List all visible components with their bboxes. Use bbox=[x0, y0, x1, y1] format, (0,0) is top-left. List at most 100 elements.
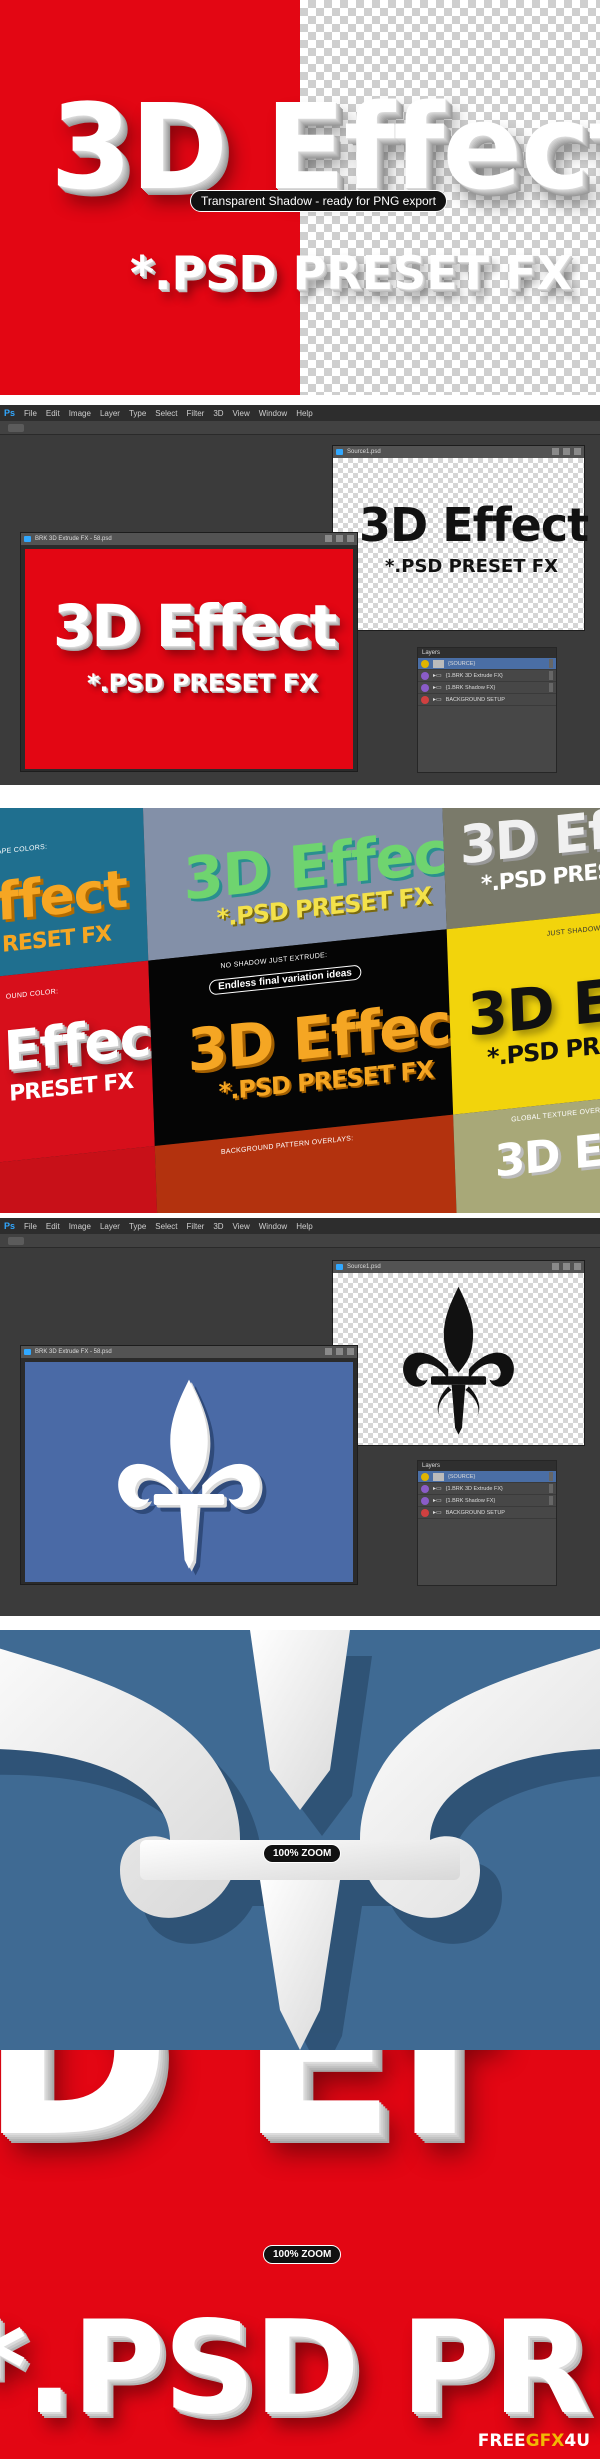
ps-options-bar bbox=[0, 1234, 600, 1248]
move-tool-icon[interactable] bbox=[8, 424, 24, 432]
layer-row[interactable]: {SOURCE} bbox=[418, 658, 556, 670]
menu-help[interactable]: Help bbox=[296, 1222, 312, 1231]
menu-select[interactable]: Select bbox=[155, 409, 177, 418]
folder-icon[interactable]: ▸▭ bbox=[433, 1497, 442, 1504]
photoshop-screen-fleur: Ps File Edit Image Layer Type Select Fil… bbox=[0, 1218, 600, 1616]
source-canvas[interactable]: 3D Effect *.PSD PRESET FX bbox=[333, 458, 589, 630]
label-ground-color: OUND COLOR: bbox=[5, 988, 59, 1001]
document-window-titlebar[interactable]: BRK 3D Extrude FX - 58.psd bbox=[21, 533, 357, 545]
menu-edit[interactable]: Edit bbox=[46, 409, 60, 418]
folder-icon[interactable]: ▸▭ bbox=[433, 1485, 442, 1492]
menu-3d[interactable]: 3D bbox=[213, 1222, 223, 1231]
layer-row[interactable]: ▸▭ {1.BRK 3D Extrude FX} bbox=[418, 670, 556, 682]
menu-type[interactable]: Type bbox=[129, 409, 146, 418]
layer-row[interactable]: ▸▭ BACKGROUND SETUP bbox=[418, 1507, 556, 1519]
menu-edit[interactable]: Edit bbox=[46, 1222, 60, 1231]
layer-row[interactable]: ▸▭ {1.BRK Shadow FX} bbox=[418, 1495, 556, 1507]
label-no-shadow: NO SHADOW JUST EXTRUDE: bbox=[220, 951, 328, 971]
close-icon[interactable] bbox=[574, 448, 581, 455]
document-canvas[interactable] bbox=[25, 1362, 353, 1582]
document-window[interactable]: BRK 3D Extrude FX - 58.psd bbox=[20, 1345, 358, 1585]
menu-image[interactable]: Image bbox=[69, 1222, 91, 1231]
layer-name: {SOURCE} bbox=[448, 660, 476, 667]
source-title: 3D Effect bbox=[359, 498, 589, 552]
minimize-icon[interactable] bbox=[552, 1263, 559, 1270]
maximize-icon[interactable] bbox=[563, 448, 570, 455]
menu-view[interactable]: View bbox=[233, 409, 250, 418]
folder-icon[interactable]: ▸▭ bbox=[433, 1509, 442, 1516]
layer-name: {1.BRK 3D Extrude FX} bbox=[445, 672, 503, 679]
document-icon bbox=[336, 449, 343, 455]
layer-row[interactable]: ▸▭ {1.BRK 3D Extrude FX} bbox=[418, 1483, 556, 1495]
close-icon[interactable] bbox=[347, 535, 354, 542]
fleur-closeup-icon bbox=[0, 1630, 600, 2050]
source-window[interactable]: Source1.psd bbox=[332, 1260, 585, 1446]
visibility-eye-icon[interactable] bbox=[421, 659, 429, 668]
minimize-icon[interactable] bbox=[552, 448, 559, 455]
layers-panel[interactable]: Layers {SOURCE} ▸▭ {1.BRK 3D Extrude FX}… bbox=[417, 647, 557, 773]
menu-3d[interactable]: 3D bbox=[213, 409, 223, 418]
hero-subtitle: *.PSD PRESET FX bbox=[130, 246, 572, 300]
source-window[interactable]: Source1.psd 3D Effect *.PSD PRESET FX bbox=[332, 445, 589, 631]
visibility-eye-icon[interactable] bbox=[421, 1484, 429, 1493]
label-just-shadow: JUST SHADOW NO EX bbox=[546, 923, 600, 938]
menu-file[interactable]: File bbox=[24, 1222, 37, 1231]
menu-layer[interactable]: Layer bbox=[100, 1222, 120, 1231]
menu-filter[interactable]: Filter bbox=[187, 409, 205, 418]
menu-help[interactable]: Help bbox=[296, 409, 312, 418]
document-icon bbox=[336, 1264, 343, 1270]
document-subtitle: *.PSD PRESET FX bbox=[87, 669, 318, 697]
minimize-icon[interactable] bbox=[325, 1348, 332, 1355]
document-icon bbox=[24, 536, 31, 542]
zoom-badge: 100% ZOOM bbox=[263, 1844, 342, 1863]
brand-watermark: FREEGFX4U bbox=[478, 2431, 590, 2451]
visibility-eye-icon[interactable] bbox=[421, 1496, 429, 1505]
menu-layer[interactable]: Layer bbox=[100, 409, 120, 418]
document-title: 3D Effect bbox=[53, 592, 337, 660]
layers-panel[interactable]: Layers {SOURCE} ▸▭ {1.BRK 3D Extrude FX}… bbox=[417, 1460, 557, 1586]
document-window[interactable]: BRK 3D Extrude FX - 58.psd 3D Effect *.P… bbox=[20, 532, 358, 772]
maximize-icon[interactable] bbox=[336, 1348, 343, 1355]
folder-icon[interactable]: ▸▭ bbox=[433, 696, 442, 703]
layer-name: {SOURCE} bbox=[448, 1473, 476, 1480]
document-canvas[interactable]: 3D Effect *.PSD PRESET FX bbox=[25, 549, 353, 769]
variation-tile-texture: 3D Eff *.PSD PRES bbox=[440, 808, 600, 930]
menu-select[interactable]: Select bbox=[155, 1222, 177, 1231]
close-icon[interactable] bbox=[574, 1263, 581, 1270]
folder-icon[interactable]: ▸▭ bbox=[433, 684, 442, 691]
menu-window[interactable]: Window bbox=[259, 1222, 287, 1231]
maximize-icon[interactable] bbox=[563, 1263, 570, 1270]
variation-tile-teal: APE COLORS: ffect RESET FX bbox=[0, 808, 149, 986]
variation-tile-black: NO SHADOW JUST EXTRUDE: Endless final va… bbox=[148, 929, 454, 1146]
move-tool-icon[interactable] bbox=[8, 1237, 24, 1245]
brand-part: FREE bbox=[477, 2431, 526, 2451]
layer-name: {1.BRK Shadow FX} bbox=[445, 684, 496, 691]
menu-view[interactable]: View bbox=[233, 1222, 250, 1231]
source-window-titlebar[interactable]: Source1.psd bbox=[333, 446, 584, 458]
visibility-eye-icon[interactable] bbox=[421, 1472, 429, 1481]
source-subtitle: *.PSD PRESET FX bbox=[385, 556, 558, 577]
document-icon bbox=[24, 1349, 31, 1355]
document-window-titlebar[interactable]: BRK 3D Extrude FX - 58.psd bbox=[21, 1346, 357, 1358]
close-icon[interactable] bbox=[347, 1348, 354, 1355]
menu-type[interactable]: Type bbox=[129, 1222, 146, 1231]
layer-row[interactable]: ▸▭ BACKGROUND SETUP bbox=[418, 694, 556, 706]
visibility-eye-icon[interactable] bbox=[421, 683, 429, 692]
variation-grid: APE COLORS: ffect RESET FX 3D Effect *.P… bbox=[0, 808, 600, 1213]
maximize-icon[interactable] bbox=[336, 535, 343, 542]
visibility-eye-icon[interactable] bbox=[421, 671, 429, 680]
layer-name: {1.BRK Shadow FX} bbox=[445, 1497, 496, 1504]
menu-filter[interactable]: Filter bbox=[187, 1222, 205, 1231]
menu-window[interactable]: Window bbox=[259, 409, 287, 418]
fx-icon bbox=[549, 1472, 553, 1481]
visibility-eye-icon[interactable] bbox=[421, 1508, 429, 1517]
source-window-titlebar[interactable]: Source1.psd bbox=[333, 1261, 584, 1273]
source-canvas[interactable] bbox=[333, 1273, 584, 1445]
visibility-eye-icon[interactable] bbox=[421, 695, 429, 704]
menu-file[interactable]: File bbox=[24, 409, 37, 418]
menu-image[interactable]: Image bbox=[69, 409, 91, 418]
folder-icon[interactable]: ▸▭ bbox=[433, 672, 442, 679]
layer-row[interactable]: {SOURCE} bbox=[418, 1471, 556, 1483]
minimize-icon[interactable] bbox=[325, 535, 332, 542]
layer-row[interactable]: ▸▭ {1.BRK Shadow FX} bbox=[418, 682, 556, 694]
